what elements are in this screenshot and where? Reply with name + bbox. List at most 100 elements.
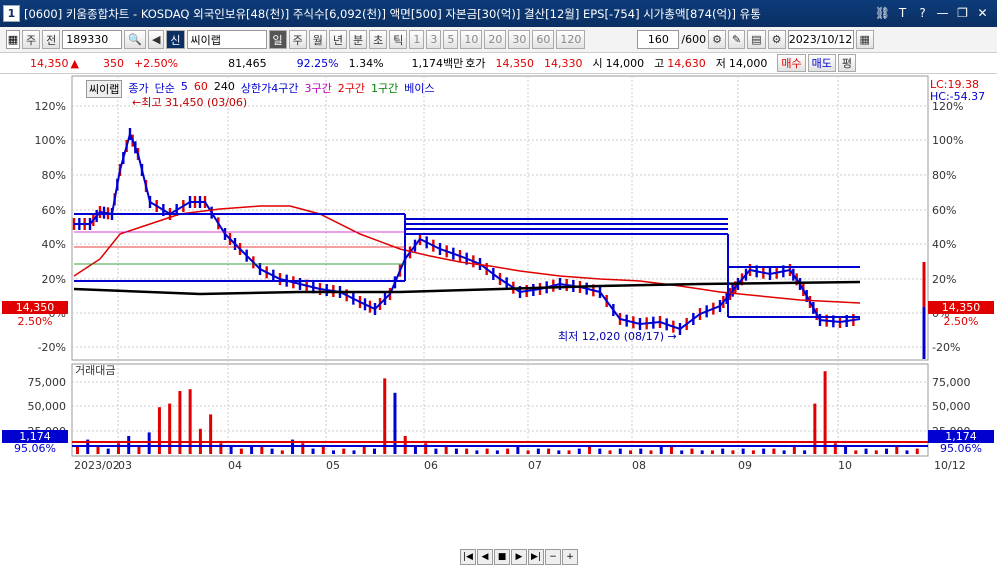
volume-bar [536,448,540,454]
ma5-line [74,130,861,331]
x-tick: 03 [118,459,132,472]
current-price: 14,350 [30,56,69,70]
type-select[interactable]: 주 [22,30,41,49]
interval-120[interactable]: 120 [556,30,586,49]
minimize-icon[interactable]: — [934,4,951,21]
volume-bar [342,448,346,454]
hc-label: HC:-54.37 [930,90,985,103]
help-icon[interactable]: ? [914,4,931,21]
volume-bar [270,448,274,454]
up-arrow-icon: ▲ [70,56,79,70]
volume-bar [772,448,776,454]
draw-icon[interactable]: ✎ [728,30,746,49]
y-tick-left: 20% [42,273,66,286]
high-price: 14,630 [667,56,706,70]
vol-tick-right: 50,000 [932,400,971,413]
volume-bar [116,443,120,454]
volume-bar [547,448,551,454]
tab-minute[interactable]: 분 [349,30,368,49]
volume-bar [915,448,919,454]
volume-bar [106,448,110,454]
volume-bar [588,446,592,454]
volume: 81,465 [228,56,267,70]
x-tick: 08 [632,459,646,472]
interval-60[interactable]: 60 [532,30,555,49]
buy-button[interactable]: 매수 [777,54,806,72]
volume-bar [209,414,213,454]
first-icon[interactable]: |◀ [460,549,476,565]
legend-sec3: 3구간 [304,82,332,95]
settings-icon[interactable]: ⚙ [708,30,726,49]
interval-30[interactable]: 30 [508,30,531,49]
zoom-in-icon[interactable]: + [562,549,578,565]
volume-bar [495,450,499,454]
link-icon[interactable]: ⛓ [874,4,891,21]
volume-bar [762,448,766,454]
tab-second[interactable]: 초 [369,30,388,49]
low-note: 최저 12,020 (08/17) → [558,330,677,343]
speaker-icon[interactable]: ◀ [147,30,165,49]
interval-20[interactable]: 20 [484,30,507,49]
volume-bar [618,448,622,454]
new-badge: 신 [166,30,185,49]
volume-bar [710,450,714,454]
interval-3[interactable]: 3 [426,30,442,49]
tab-day[interactable]: 일 [268,30,287,49]
y-tick-right: 80% [932,169,956,182]
volume-bar [782,450,786,454]
prev-icon[interactable]: ◀ [477,549,493,565]
y-tick-right: 60% [932,204,956,217]
last-icon[interactable]: ▶| [528,549,544,565]
count-input[interactable]: 160 [637,30,680,49]
open-label: 시 [592,57,603,70]
restore-icon[interactable]: ❐ [954,4,971,21]
change-rate: +2.50% [133,56,179,70]
volume-bar [362,446,366,454]
volume-bar [147,432,151,454]
title-bar: 1 [0600] 키움종합차트 - KOSDAQ 외국인보유[48(천)] 주식… [0,0,997,27]
calendar-icon[interactable]: ▦ [855,30,874,49]
chart-area[interactable]: 120% 120% 100% 100% 80% 80% 60% 60% 40% 40% 20% 20%… [0,74,997,565]
legend-ma60: 60 [193,80,208,93]
gear-icon[interactable]: ⚙ [767,30,786,49]
close-icon[interactable]: ✕ [974,4,991,21]
interval-1[interactable]: 1 [409,30,425,49]
legend-name: 씨이랩 [86,80,123,98]
tab-month[interactable]: 월 [308,30,327,49]
window-number: 1 [3,5,20,22]
font-icon[interactable]: T [894,4,911,21]
y-tick-right: 20% [932,273,956,286]
volume-bar [803,450,807,454]
x-tick: 04 [228,459,242,472]
stop-icon[interactable]: ■ [494,549,510,565]
y-tick-left: 80% [42,169,66,182]
table-icon[interactable]: ▤ [747,30,766,49]
code-input[interactable]: 189330 [62,30,123,49]
grid-icon[interactable]: ▦ [6,30,20,49]
volume-bar [372,448,376,454]
legend-ma5: 5 [180,80,188,93]
date-input[interactable]: 2023/10/12 [787,30,854,49]
tab-week[interactable]: 주 [288,30,307,49]
volume-bar [751,450,755,454]
y-tick-left: 100% [35,134,66,147]
y-tick-right: 100% [932,134,963,147]
price-tag-right: 14,350 [942,301,981,314]
volume-bar [833,443,837,454]
legend-limit: 상한가 [240,82,272,95]
search-icon[interactable]: 🔍 [124,30,146,49]
interval-5[interactable]: 5 [443,30,459,49]
volume-bar [731,450,735,454]
flat-button[interactable]: 평 [837,54,857,72]
vol-tick-left: 75,000 [28,376,67,389]
tab-tick[interactable]: 틱 [389,30,408,49]
interval-10[interactable]: 10 [460,30,483,49]
zoom-out-icon[interactable]: − [545,549,561,565]
y-tick-left: 40% [42,238,66,251]
volume-bar [229,446,233,454]
tab-year[interactable]: 년 [328,30,348,49]
sel-button[interactable]: 전 [42,30,61,49]
sell-button[interactable]: 매도 [807,54,836,72]
volume-bar [352,450,356,454]
next-icon[interactable]: ▶ [511,549,527,565]
